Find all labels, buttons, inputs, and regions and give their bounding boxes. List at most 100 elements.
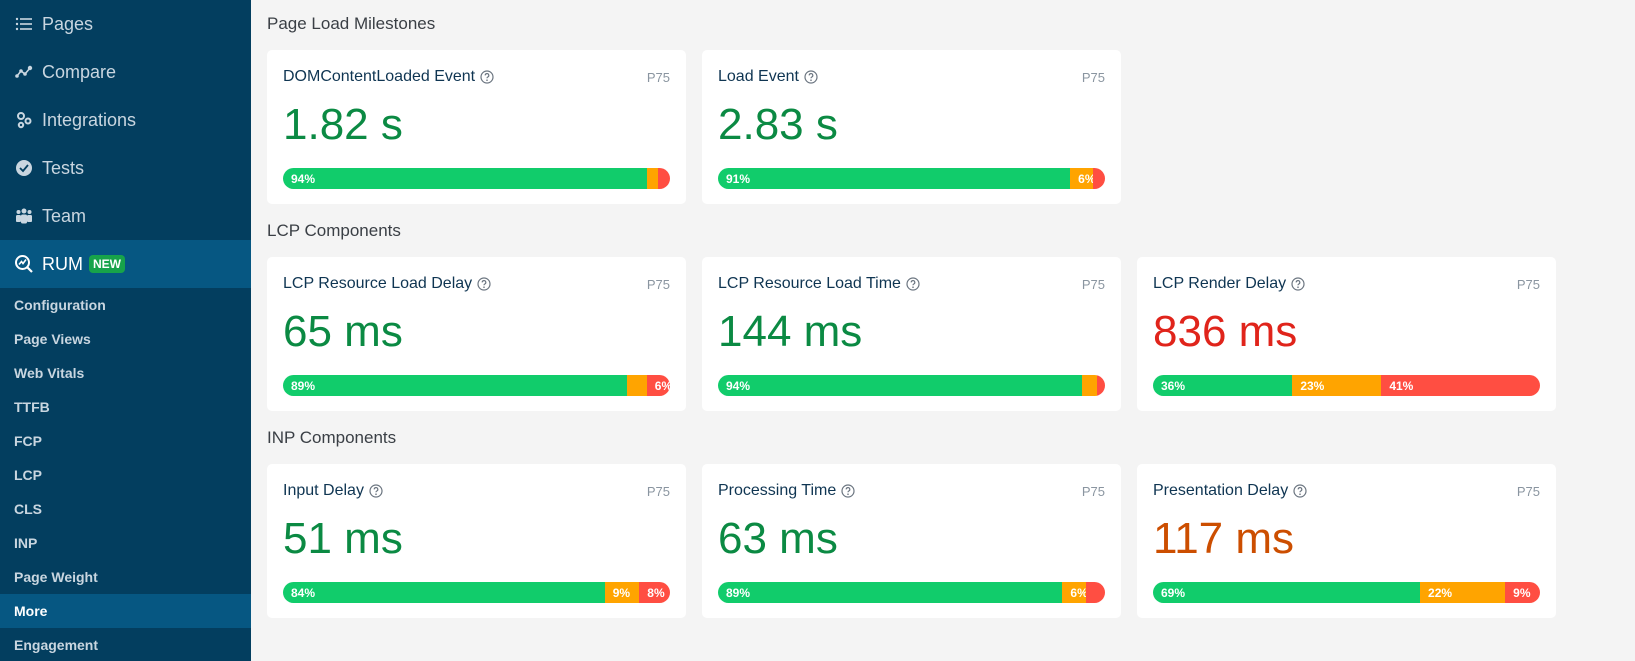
good-segment[interactable]: 84% — [283, 582, 605, 603]
card-header: DOMContentLoaded Event P75 — [283, 68, 670, 86]
metric-card-domcontentloaded-event[interactable]: DOMContentLoaded Event P75 1.82 s 94% — [267, 50, 686, 204]
good-segment[interactable]: 36% — [1153, 375, 1293, 396]
distribution-bar[interactable]: 94% — [283, 168, 670, 189]
percentile-label: P75 — [1081, 483, 1105, 499]
help-icon[interactable] — [841, 484, 855, 498]
card-title: LCP Resource Load Time — [718, 275, 901, 292]
metric-value: 2.83 s — [718, 100, 838, 149]
sidebar-subitem-inp[interactable]: INP — [0, 526, 251, 560]
percentile-label: P75 — [646, 276, 670, 292]
sidebar-subitem-web-vitals[interactable]: Web Vitals — [0, 356, 251, 390]
metric-value: 51 ms — [283, 514, 403, 563]
needs-improvement-segment[interactable]: 6% — [1070, 168, 1094, 189]
good-segment[interactable]: 94% — [283, 168, 647, 189]
good-segment[interactable]: 94% — [718, 375, 1082, 396]
metric-card-processing-time[interactable]: Processing Time P75 63 ms 89%6% — [702, 464, 1121, 618]
sidebar-item-rum[interactable]: RUM NEW — [0, 240, 251, 288]
sidebar-subitem-cls[interactable]: CLS — [0, 492, 251, 526]
help-icon[interactable] — [1293, 484, 1307, 498]
distribution-bar[interactable]: 89%6% — [718, 582, 1105, 603]
metric-card-row: DOMContentLoaded Event P75 1.82 s 94% Lo… — [267, 50, 1635, 204]
sidebar-item-compare[interactable]: Compare — [0, 48, 251, 96]
sidebar-item-pages[interactable]: Pages — [0, 0, 251, 48]
metric-card-lcp-resource-load-delay[interactable]: LCP Resource Load Delay P75 65 ms 89% 6% — [267, 257, 686, 411]
sidebar-item-tests[interactable]: Tests — [0, 144, 251, 192]
metric-value: 836 ms — [1153, 307, 1298, 356]
sidebar-subitem-more[interactable]: More — [0, 594, 251, 628]
sidebar-item-label: Team — [42, 205, 87, 226]
help-icon[interactable] — [906, 277, 920, 291]
percentile-label: P75 — [1516, 483, 1540, 499]
good-segment[interactable]: 69% — [1153, 582, 1421, 603]
sidebar-subitem-ttfb[interactable]: TTFB — [0, 390, 251, 424]
sidebar-item-team[interactable]: Team — [0, 192, 251, 240]
metric-card-lcp-render-delay[interactable]: LCP Render Delay P75 836 ms 36% 23% 41% — [1137, 257, 1556, 411]
section-title-lcp-components: LCP Components — [267, 221, 401, 240]
metric-card-row: LCP Resource Load Delay P75 65 ms 89%6% … — [267, 257, 1635, 411]
card-title: LCP Render Delay — [1153, 275, 1287, 292]
card-header: Input Delay P75 — [283, 482, 670, 500]
needs-improvement-segment[interactable]: 22% — [1420, 582, 1506, 603]
sidebar-subitem-fcp[interactable]: FCP — [0, 424, 251, 458]
card-title: Input Delay — [283, 482, 364, 499]
metric-card-presentation-delay[interactable]: Presentation Delay P75 117 ms 69% 22% 9% — [1137, 464, 1556, 618]
help-icon[interactable] — [369, 484, 383, 498]
metric-card-load-event[interactable]: Load Event P75 2.83 s 91%6% — [702, 50, 1121, 204]
good-segment[interactable]: 89% — [718, 582, 1063, 603]
sidebar-subitem-lcp[interactable]: LCP — [0, 458, 251, 492]
sidebar-subitem-page-views[interactable]: Page Views — [0, 322, 251, 356]
needs-improvement-segment[interactable]: 9% — [604, 582, 640, 603]
needs-improvement-segment[interactable]: 23% — [1292, 375, 1382, 396]
distribution-bar[interactable]: 69% 22% 9% — [1153, 582, 1540, 603]
poor-segment[interactable] — [1085, 582, 1105, 603]
sidebar-item-label: RUM — [42, 253, 83, 274]
card-title: Presentation Delay — [1153, 482, 1289, 499]
card-title-wrap: LCP Render Delay — [1153, 275, 1305, 293]
sidebar: Pages Compare Integrations Tests Team RUM NEW … — [0, 0, 251, 661]
sidebar-item-integrations[interactable]: Integrations — [0, 96, 251, 144]
main-content: Page Load Milestones DOMContentLoaded Ev… — [251, 0, 1635, 661]
poor-segment[interactable] — [1097, 375, 1105, 396]
help-icon[interactable] — [804, 70, 818, 84]
list-icon — [14, 14, 34, 34]
poor-segment[interactable]: 6% — [646, 375, 670, 396]
sidebar-item-label: Pages — [42, 13, 94, 34]
percentile-label: P75 — [1516, 276, 1540, 292]
card-header: Load Event P75 — [718, 68, 1105, 86]
metric-value: 117 ms — [1153, 514, 1295, 563]
card-header: LCP Resource Load Delay P75 — [283, 275, 670, 293]
distribution-bar[interactable]: 84% 9% 8% — [283, 582, 670, 603]
card-title-wrap: LCP Resource Load Time — [718, 275, 920, 293]
sidebar-subitem-page-weight[interactable]: Page Weight — [0, 560, 251, 594]
metric-card-lcp-resource-load-time[interactable]: LCP Resource Load Time P75 144 ms 94% — [702, 257, 1121, 411]
needs-improvement-segment[interactable] — [627, 375, 647, 396]
card-title-wrap: LCP Resource Load Delay — [283, 275, 491, 293]
poor-segment[interactable]: 9% — [1505, 582, 1540, 603]
distribution-bar[interactable]: 36% 23% 41% — [1153, 375, 1540, 396]
sidebar-subitem-configuration[interactable]: Configuration — [0, 288, 251, 322]
card-header: Processing Time P75 — [718, 482, 1105, 500]
metric-card-input-delay[interactable]: Input Delay P75 51 ms 84% 9% 8% — [267, 464, 686, 618]
distribution-bar[interactable]: 91%6% — [718, 168, 1105, 189]
distribution-bar[interactable]: 94% — [718, 375, 1105, 396]
poor-segment[interactable] — [658, 168, 670, 189]
card-header: LCP Render Delay P75 — [1153, 275, 1540, 293]
new-badge: NEW — [89, 255, 125, 273]
help-icon[interactable] — [1291, 277, 1305, 291]
card-title: DOMContentLoaded Event — [283, 68, 476, 85]
good-segment[interactable]: 89% — [283, 375, 628, 396]
team-icon — [14, 206, 34, 226]
card-title: LCP Resource Load Delay — [283, 275, 473, 292]
poor-segment[interactable] — [1093, 168, 1105, 189]
poor-segment[interactable]: 8% — [639, 582, 670, 603]
good-segment[interactable]: 91% — [718, 168, 1071, 189]
help-icon[interactable] — [480, 70, 494, 84]
percentile-label: P75 — [646, 483, 670, 499]
needs-improvement-segment[interactable]: 6% — [1062, 582, 1086, 603]
needs-improvement-segment[interactable] — [646, 168, 659, 189]
help-icon[interactable] — [477, 277, 491, 291]
distribution-bar[interactable]: 89% 6% — [283, 375, 670, 396]
sidebar-subitem-engagement[interactable]: Engagement — [0, 628, 251, 661]
poor-segment[interactable]: 41% — [1381, 375, 1540, 396]
needs-improvement-segment[interactable] — [1081, 375, 1097, 396]
